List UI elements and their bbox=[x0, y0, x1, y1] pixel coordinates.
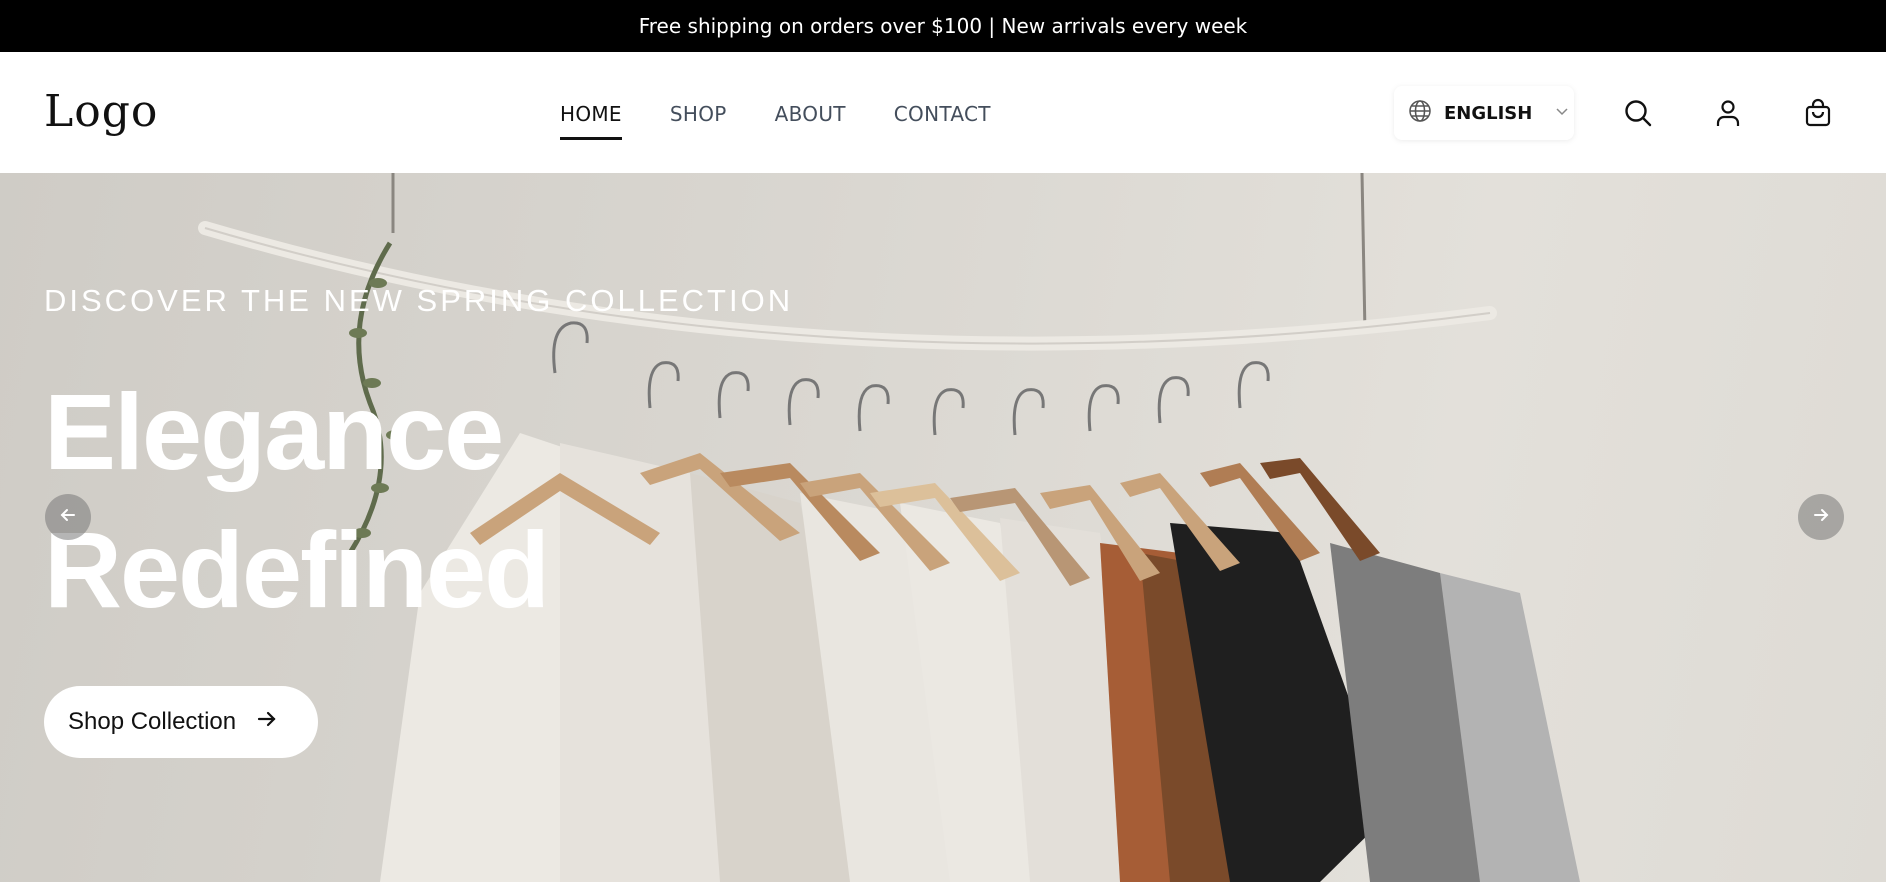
hero-title-line-2: Redefined bbox=[44, 509, 550, 630]
hero-title: Elegance Redefined bbox=[44, 363, 550, 639]
nav-about[interactable]: ABOUT bbox=[775, 102, 846, 140]
chevron-down-icon bbox=[1554, 103, 1570, 124]
hero-eyebrow: DISCOVER THE NEW SPRING COLLECTION bbox=[44, 283, 794, 318]
announcement-text: Free shipping on orders over $100 | New … bbox=[638, 14, 1248, 38]
nav-shop[interactable]: SHOP bbox=[670, 102, 727, 140]
announcement-bar: Free shipping on orders over $100 | New … bbox=[0, 0, 1886, 52]
site-header: Logo HOME SHOP ABOUT CONTACT ENGLISH bbox=[0, 52, 1886, 173]
arrow-right-icon bbox=[1811, 505, 1831, 530]
language-label: ENGLISH bbox=[1444, 102, 1533, 124]
user-icon[interactable] bbox=[1711, 96, 1745, 130]
main-nav: HOME SHOP ABOUT CONTACT bbox=[560, 102, 991, 140]
language-selector[interactable]: ENGLISH bbox=[1394, 86, 1574, 140]
hero-title-line-1: Elegance bbox=[44, 371, 504, 492]
search-icon[interactable] bbox=[1621, 96, 1655, 130]
arrow-left-icon bbox=[58, 505, 78, 530]
nav-contact[interactable]: CONTACT bbox=[894, 102, 991, 140]
shopping-bag-icon[interactable] bbox=[1801, 96, 1835, 130]
logo[interactable]: Logo bbox=[44, 86, 158, 137]
globe-icon bbox=[1408, 99, 1432, 128]
carousel-next-button[interactable] bbox=[1798, 494, 1844, 540]
shop-collection-button[interactable]: Shop Collection bbox=[44, 686, 318, 758]
carousel-prev-button[interactable] bbox=[45, 494, 91, 540]
shop-collection-label: Shop Collection bbox=[68, 708, 237, 735]
arrow-right-icon bbox=[256, 708, 278, 737]
hero-banner: DISCOVER THE NEW SPRING COLLECTION Elega… bbox=[0, 173, 1886, 882]
nav-home[interactable]: HOME bbox=[560, 102, 622, 140]
